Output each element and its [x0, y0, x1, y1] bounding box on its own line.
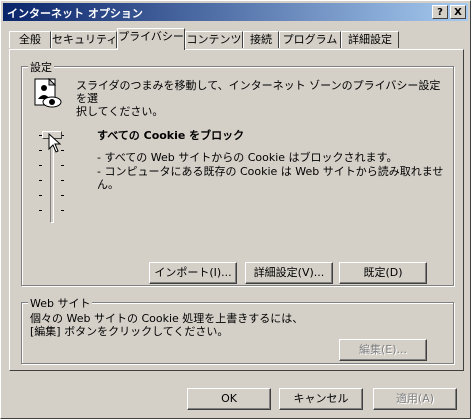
web-sites-group: Web サイト 個々の Web サイトの Cookie 処理を上書きするには、 … — [21, 295, 454, 364]
tab-content[interactable]: コンテンツ — [185, 31, 243, 48]
slider-tick — [61, 180, 64, 181]
default-button[interactable]: 既定(D) — [339, 262, 427, 284]
slider-tick — [61, 165, 64, 166]
close-button[interactable]: X — [450, 5, 466, 19]
mouse-cursor-icon — [48, 133, 62, 153]
settings-description: スライダのつまみを移動して、インターネット ゾーンのプライバシー設定を選 択して… — [76, 79, 441, 118]
tab-general[interactable]: 全般 — [9, 31, 51, 48]
ok-button[interactable]: OK — [187, 388, 271, 410]
help-button[interactable]: ? — [432, 5, 448, 19]
advanced-settings-button[interactable]: 詳細設定(V)... — [245, 262, 333, 284]
tab-connections[interactable]: 接続 — [243, 31, 279, 48]
privacy-detail-1: - すべての Web サイトからの Cookie はブロックされます。 — [97, 151, 398, 164]
slider-tick — [39, 180, 42, 181]
privacy-panel: 設定 スライダのつまみを移動して、インターネット ゾーンのプライバシー設定を選 … — [9, 49, 464, 371]
cancel-button[interactable]: キャンセル — [279, 388, 363, 410]
tab-security[interactable]: セキュリティ — [51, 31, 117, 48]
internet-options-window: インターネット オプション ? X 全般 セキュリティ プライバシー コンテンツ… — [0, 0, 471, 419]
edit-button[interactable]: 編集(E)... — [339, 339, 427, 361]
tab-programs[interactable]: プログラム — [279, 31, 341, 48]
tab-privacy[interactable]: プライバシー — [117, 28, 185, 50]
slider-tick — [39, 210, 42, 211]
window-title: インターネット オプション — [7, 7, 143, 20]
slider-tick — [61, 195, 64, 196]
import-button[interactable]: インポート(I)... — [149, 262, 237, 284]
web-sites-group-label: Web サイト — [28, 295, 93, 311]
settings-group: 設定 スライダのつまみを移動して、インターネット ゾーンのプライバシー設定を選 … — [21, 59, 454, 286]
settings-group-label: 設定 — [28, 59, 54, 75]
privacy-slider[interactable] — [34, 127, 70, 229]
web-sites-description: 個々の Web サイトの Cookie 処理を上書きするには、 [編集] ボタン… — [30, 312, 304, 338]
privacy-level-title: すべての Cookie をブロック — [97, 129, 245, 142]
slider-tick — [39, 195, 42, 196]
privacy-icon — [34, 78, 62, 108]
slider-tick — [39, 150, 42, 151]
slider-tick — [61, 210, 64, 211]
apply-button[interactable]: 適用(A) — [373, 388, 457, 410]
slider-tick — [39, 165, 42, 166]
tab-advanced[interactable]: 詳細設定 — [341, 31, 399, 48]
privacy-detail-2: - コンピュータにある既存の Cookie は Web サイトから読み取れませ … — [97, 165, 444, 191]
title-bar[interactable]: インターネット オプション ? X — [3, 3, 468, 21]
